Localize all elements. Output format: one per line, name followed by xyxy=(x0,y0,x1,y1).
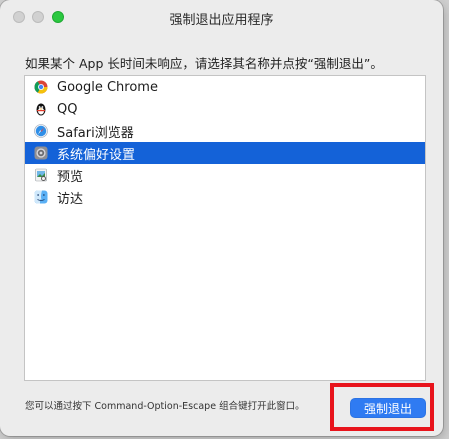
app-row-system-preferences[interactable]: 系统偏好设置 xyxy=(25,142,425,164)
instruction-text: 如果某个 App 长时间未响应，请选择其名称并点按“强制退出”。 xyxy=(25,56,383,71)
app-label: Safari浏览器 xyxy=(57,125,134,141)
app-label: Google Chrome xyxy=(57,79,158,95)
app-label: 访达 xyxy=(57,191,84,207)
app-row-qq[interactable]: QQ xyxy=(25,98,425,120)
safari-icon xyxy=(34,124,48,138)
finder-icon xyxy=(34,190,48,204)
highlight-box xyxy=(330,383,434,431)
app-row-safari[interactable]: Safari浏览器 xyxy=(25,120,425,142)
window-title: 强制退出应用程序 xyxy=(169,13,274,28)
app-list[interactable]: Google Chrome QQ Safari浏览器 系统偏好设置 预览 访达 xyxy=(24,75,426,381)
preview-icon xyxy=(34,168,48,182)
chrome-icon xyxy=(34,80,48,94)
shortcut-hint: 您可以通过按下 Command-Option-Escape 组合键打开此窗口。 xyxy=(25,401,305,412)
app-row-finder[interactable]: 访达 xyxy=(25,186,425,208)
title-bar[interactable]: 强制退出应用程序 xyxy=(0,0,443,33)
qq-penguin-icon xyxy=(34,102,48,116)
system-preferences-icon xyxy=(34,146,48,160)
app-label: 预览 xyxy=(57,169,84,185)
app-label: QQ xyxy=(57,101,78,117)
force-quit-window: 强制退出应用程序 如果某个 App 长时间未响应，请选择其名称并点按“强制退出”… xyxy=(0,0,443,436)
app-row-preview[interactable]: 预览 xyxy=(25,164,425,186)
app-label: 系统偏好设置 xyxy=(57,147,136,163)
app-row-google-chrome[interactable]: Google Chrome xyxy=(25,76,425,98)
